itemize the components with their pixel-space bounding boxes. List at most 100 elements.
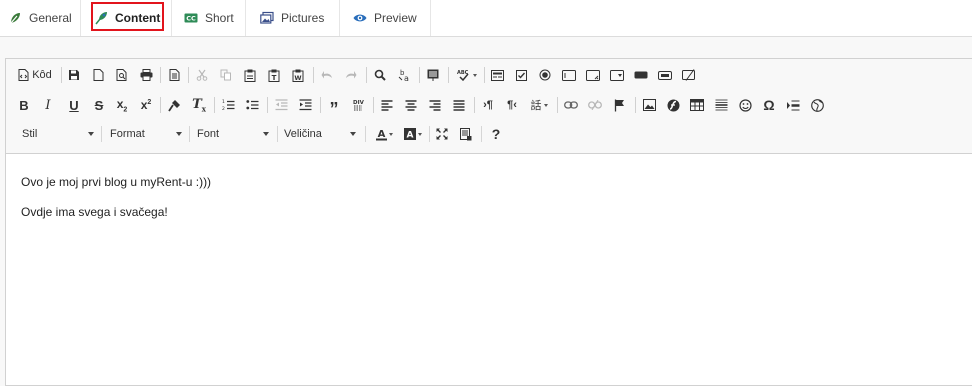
new-page-icon[interactable]	[88, 64, 108, 86]
toolbar-separator	[448, 67, 449, 83]
justify-icon[interactable]	[449, 94, 469, 116]
toolbar-separator	[313, 67, 314, 83]
chevron-down-icon	[176, 132, 182, 136]
redo-icon[interactable]	[341, 64, 361, 86]
svg-text:T: T	[272, 74, 277, 82]
unlink-icon[interactable]	[585, 94, 605, 116]
copy-format-icon[interactable]	[164, 94, 184, 116]
language-icon[interactable]: 話	[524, 94, 554, 116]
tab-label: Pictures	[281, 11, 325, 25]
page-break-icon[interactable]	[783, 94, 803, 116]
align-left-icon[interactable]	[377, 94, 397, 116]
form-icon[interactable]	[487, 64, 507, 86]
toolbar-separator	[101, 126, 102, 142]
italic-icon[interactable]: I	[38, 94, 58, 116]
indent-icon[interactable]	[295, 94, 315, 116]
create-div-icon[interactable]: DIV	[348, 94, 368, 116]
toolbar-separator	[160, 67, 161, 83]
remove-format-icon[interactable]: Tx	[189, 94, 209, 116]
tab-content[interactable]: Content	[81, 0, 172, 36]
flash-icon[interactable]	[663, 94, 683, 116]
anchor-flag-icon[interactable]	[609, 94, 629, 116]
tab-general[interactable]: General	[0, 0, 81, 36]
outdent-icon[interactable]	[271, 94, 291, 116]
replace-icon[interactable]: ba	[394, 64, 414, 86]
image-button-icon[interactable]	[655, 64, 675, 86]
toolbar-separator	[365, 126, 366, 142]
hidden-field-icon[interactable]	[679, 64, 699, 86]
cut-icon[interactable]	[192, 64, 212, 86]
print-icon[interactable]	[136, 64, 156, 86]
select-field-icon[interactable]	[607, 64, 627, 86]
editor-content-area[interactable]: Ovo je moj prvi blog u myRent-u :))) Ovd…	[6, 155, 972, 385]
source-label: Kôd	[32, 69, 52, 81]
select-all-icon[interactable]	[423, 64, 443, 86]
text-field-icon[interactable]	[559, 64, 579, 86]
font-dropdown[interactable]: Font	[193, 123, 273, 145]
paste-icon[interactable]	[240, 64, 260, 86]
image-icon[interactable]	[639, 94, 659, 116]
maximize-icon[interactable]	[432, 123, 452, 145]
toolbar-separator	[373, 97, 374, 113]
source-button[interactable]: Kôd	[14, 64, 56, 86]
ltr-direction-icon[interactable]: ›¶	[478, 94, 498, 116]
content-paragraph: Ovo je moj prvi blog u myRent-u :)))	[21, 175, 212, 189]
svg-text:W: W	[294, 74, 301, 82]
styles-dropdown[interactable]: Stil	[18, 123, 98, 145]
preview-icon[interactable]	[112, 64, 132, 86]
dropdown-arrow-icon	[388, 132, 393, 136]
background-color-icon[interactable]: A	[400, 123, 426, 145]
format-dropdown[interactable]: Format	[106, 123, 186, 145]
tab-short[interactable]: CC Short	[172, 0, 246, 36]
find-icon[interactable]	[370, 64, 390, 86]
tab-pictures[interactable]: Pictures	[246, 0, 340, 36]
content-paragraph: Ovdje ima svega i svačega!	[21, 205, 168, 219]
templates-icon[interactable]	[164, 64, 184, 86]
special-char-icon[interactable]: Ω	[759, 94, 779, 116]
blockquote-icon[interactable]: ”	[324, 94, 344, 118]
toolbar-separator	[61, 67, 62, 83]
subscript-icon[interactable]: x2	[112, 94, 132, 116]
smiley-icon[interactable]	[735, 94, 755, 116]
help-button[interactable]: ?	[486, 123, 506, 145]
paste-text-icon[interactable]: T	[264, 64, 284, 86]
editor-panel: Kôd T W ba ABC B I U S x2 x2 Tx 1 2 ” DI…	[0, 37, 972, 386]
save-icon[interactable]	[64, 64, 84, 86]
font-size-dropdown[interactable]: Veličina	[280, 123, 360, 145]
bulleted-list-icon[interactable]	[242, 94, 262, 116]
tab-label: Preview	[374, 11, 417, 25]
svg-text:CC: CC	[186, 15, 196, 23]
numbered-list-icon[interactable]: 12	[218, 94, 238, 116]
spellcheck-icon[interactable]: ABC	[452, 64, 482, 86]
bold-icon[interactable]: B	[14, 94, 34, 116]
checkbox-icon[interactable]	[511, 64, 531, 86]
link-icon[interactable]	[561, 94, 581, 116]
show-blocks-icon[interactable]	[456, 123, 476, 145]
horizontal-line-icon[interactable]	[711, 94, 731, 116]
toolbar-separator	[366, 67, 367, 83]
toolbar-separator	[160, 97, 161, 113]
rtl-direction-icon[interactable]: ¶‹	[502, 94, 522, 116]
radio-icon[interactable]	[535, 64, 555, 86]
format-label: Format	[110, 128, 145, 140]
svg-text:a: a	[404, 74, 409, 82]
align-center-icon[interactable]	[401, 94, 421, 116]
underline-icon[interactable]: U	[64, 94, 84, 116]
strikethrough-icon[interactable]: S	[89, 94, 109, 116]
text-color-icon[interactable]: A	[371, 123, 397, 145]
tab-label: Content	[115, 11, 161, 25]
align-right-icon[interactable]	[425, 94, 445, 116]
source-icon	[18, 69, 29, 81]
superscript-icon[interactable]: x2	[136, 94, 156, 116]
toolbar-separator	[189, 126, 190, 142]
paste-word-icon[interactable]: W	[288, 64, 308, 86]
table-icon[interactable]	[687, 94, 707, 116]
iframe-globe-icon[interactable]	[807, 94, 827, 116]
tab-preview[interactable]: Preview	[340, 0, 431, 36]
textarea-icon[interactable]	[583, 64, 603, 86]
undo-icon[interactable]	[317, 64, 337, 86]
copy-icon[interactable]	[216, 64, 236, 86]
button-field-icon[interactable]	[631, 64, 651, 86]
chevron-down-icon	[263, 132, 269, 136]
toolbar-separator	[267, 97, 268, 113]
